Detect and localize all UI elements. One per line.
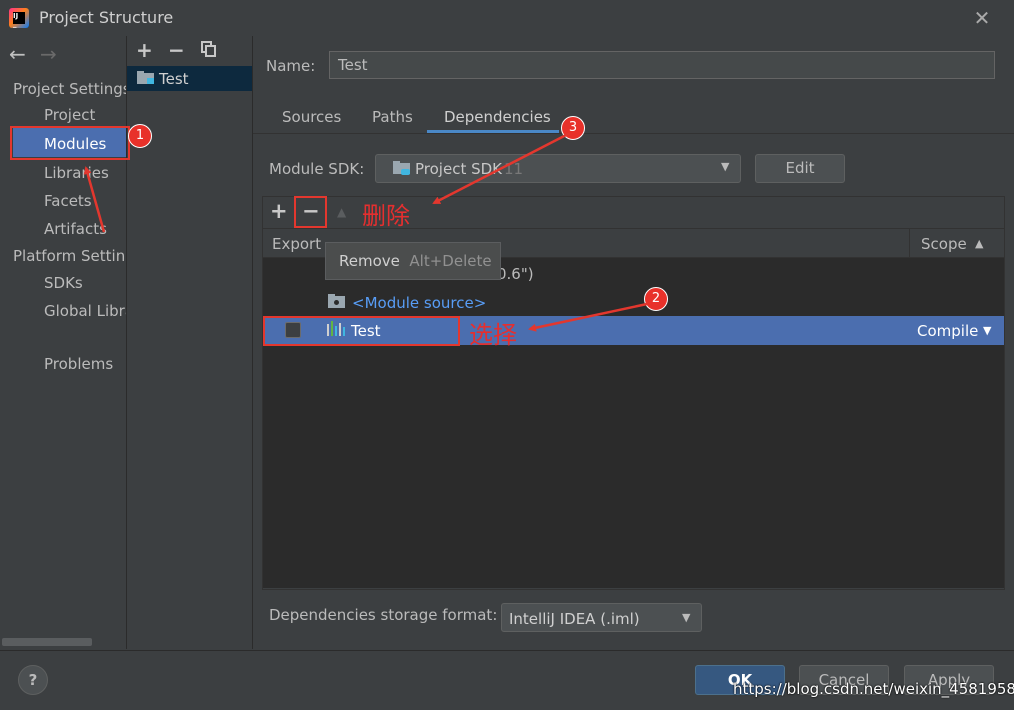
annotation-badge-2: 2 — [644, 287, 668, 311]
move-up-icon[interactable]: ▲ — [337, 205, 346, 219]
sidebar-item-artifacts[interactable]: Artifacts — [44, 220, 107, 238]
sidebar-item-problems[interactable]: Problems — [44, 355, 113, 373]
annotation-select-text: 选择 — [469, 321, 517, 349]
storage-chevron-down-icon: ▼ — [682, 611, 691, 624]
module-source-folder-icon — [328, 294, 345, 308]
close-icon[interactable]: ✕ — [970, 6, 994, 30]
module-list-item-label: Test — [159, 70, 189, 88]
sidebar-item-project[interactable]: Project — [44, 106, 95, 124]
chevron-down-icon: ▼ — [721, 160, 730, 173]
annotation-highlight-modules — [10, 126, 130, 160]
tab-sources[interactable]: Sources — [282, 108, 341, 126]
tabs-divider — [253, 133, 1014, 134]
edit-sdk-button[interactable]: Edit — [755, 154, 845, 183]
remove-module-icon[interactable]: − — [168, 38, 185, 62]
tab-dependencies[interactable]: Dependencies — [444, 108, 551, 126]
help-button[interactable]: ? — [18, 665, 48, 695]
dependency-row-sdk-label[interactable]: 0.6") — [497, 265, 534, 283]
sidebar-item-libraries[interactable]: Libraries — [44, 164, 109, 182]
annotation-highlight-remove — [294, 196, 327, 228]
intellij-app-icon: IJ _ — [9, 8, 29, 28]
module-sdk-label: Module SDK: — [269, 160, 365, 178]
column-divider — [909, 229, 910, 257]
tooltip-shortcut: Alt+Delete — [409, 252, 492, 270]
scope-chevron-down-icon[interactable]: ▼ — [983, 324, 991, 337]
module-name-field[interactable]: Test — [329, 51, 995, 79]
export-column-header[interactable]: Export — [272, 235, 321, 253]
sidebar-item-facets[interactable]: Facets — [44, 192, 92, 210]
module-sdk-version: 11 — [504, 160, 524, 178]
sort-ascending-icon: ▲ — [975, 237, 984, 250]
annotation-highlight-test-row — [263, 316, 460, 346]
annotation-delete-text: 删除 — [362, 202, 410, 230]
module-sdk-value: Project SDK — [415, 160, 502, 178]
storage-format-label: Dependencies storage format: — [269, 606, 498, 624]
sdk-folder-icon — [393, 161, 410, 175]
sidebar-item-sdks[interactable]: SDKs — [44, 274, 83, 292]
annotation-badge-3: 3 — [561, 116, 585, 140]
scope-column-header[interactable]: Scope — [921, 235, 967, 253]
nav-header-platform-settings: Platform Settings — [13, 247, 126, 265]
dependency-scope-value[interactable]: Compile — [917, 322, 978, 340]
add-module-icon[interactable]: + — [136, 38, 153, 62]
back-icon[interactable]: ← — [9, 42, 26, 66]
copy-module-icon[interactable] — [201, 41, 217, 57]
name-label: Name: — [266, 57, 316, 75]
window-title: Project Structure — [39, 8, 174, 27]
nav-header-project-settings: Project Settings — [13, 80, 127, 98]
module-folder-icon — [137, 71, 154, 84]
dependency-row-module-source[interactable]: <Module source> — [352, 294, 486, 312]
forward-icon[interactable]: → — [40, 42, 57, 66]
remove-tooltip: Remove Alt+Delete — [325, 242, 501, 280]
add-dependency-icon[interactable]: + — [270, 199, 288, 223]
watermark-url: https://blog.csdn.net/weixin_45819587 — [733, 680, 1014, 698]
sidebar-scrollbar[interactable] — [2, 638, 92, 646]
storage-format-value: IntelliJ IDEA (.iml) — [509, 610, 640, 628]
tooltip-action: Remove — [339, 252, 400, 270]
annotation-badge-1: 1 — [128, 124, 152, 148]
tab-paths[interactable]: Paths — [372, 108, 413, 126]
sidebar-item-global-libraries[interactable]: Global Libraries — [44, 302, 126, 320]
